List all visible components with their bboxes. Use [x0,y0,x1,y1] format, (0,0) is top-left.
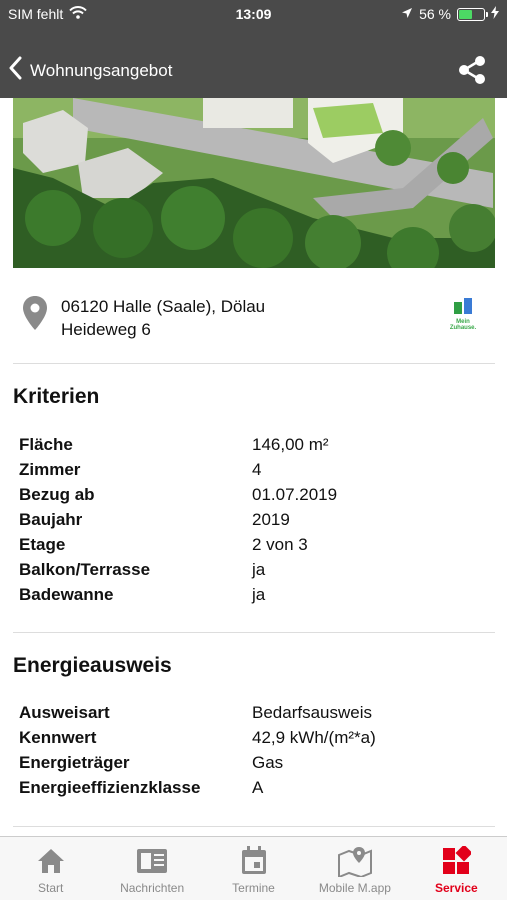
criteria-key: Fläche [19,435,73,454]
share-button[interactable] [457,56,487,89]
criteria-row: Zimmer 4 [19,457,489,482]
tab-label: Mobile M.app [318,881,391,895]
tab-mobile-mapp[interactable]: Mobile M.app [304,837,405,900]
share-icon [457,56,487,88]
news-icon [101,845,202,877]
tab-termine[interactable]: Termine [203,837,304,900]
criteria-key: Baujahr [19,510,83,529]
location-arrow-icon [401,6,413,22]
criteria-table: Fläche 146,00 m² Zimmer 4 Bezug ab 01.07.20… [19,432,489,607]
energy-value: A [252,778,264,797]
criteria-key: Etage [19,535,66,554]
gwg-logo: Mein Zuhause. [443,298,483,331]
divider [13,632,495,633]
battery-percent: 56 % [419,6,451,22]
calendar-icon [203,845,304,877]
energy-row: Energieträger Gas [19,750,489,775]
energy-key: Ausweisart [19,703,110,722]
criteria-key: Zimmer [19,460,81,479]
navigation-bar: Wohnungsangebot [0,44,507,98]
tab-nachrichten[interactable]: Nachrichten [101,837,202,900]
header-bar: SIM fehlt 13:09 56 % Wohnungsangebot [0,0,507,98]
energy-key: Energieeffizienzklasse [19,778,201,797]
battery-icon [457,7,488,21]
charging-icon [491,6,499,22]
energy-value: 42,9 kWh/(m²*a) [252,728,376,747]
criteria-row: Fläche 146,00 m² [19,432,489,457]
criteria-value: 4 [252,460,262,479]
logo-tagline: Mein Zuhause. [449,319,477,331]
criteria-value: 01.07.2019 [252,485,338,504]
energy-row: Ausweisart Bedarfsausweis [19,700,489,725]
divider [13,826,495,827]
criteria-row: Bezug ab 01.07.2019 [19,482,489,507]
home-icon [0,845,101,877]
energy-row: Energieeffizienzklasse A [19,775,489,800]
tab-bar: Start Nachrichten Termine Mobile M.app S… [0,836,507,900]
criteria-value: ja [252,585,266,604]
energy-title: Energieausweis [13,654,172,677]
criteria-key: Badewanne [19,585,114,604]
tab-label: Service [434,881,478,895]
energy-row: Kennwert 42,9 kWh/(m²*a) [19,725,489,750]
address-line-1: 06120 Halle (Saale), Dölau [61,297,266,316]
criteria-row: Badewanne ja [19,582,489,607]
criteria-row: Baujahr 2019 [19,507,489,532]
property-image [13,98,495,268]
chevron-left-icon [8,56,22,85]
criteria-title: Kriterien [13,385,100,408]
address-section: 06120 Halle (Saale), Dölau Heideweg 6 Me… [13,280,495,364]
criteria-value: 2 von 3 [252,535,308,554]
address-line-2: Heideweg 6 [61,320,151,339]
tab-label: Nachrichten [120,881,185,895]
criteria-value: 146,00 m² [252,435,329,454]
tab-label: Termine [232,881,275,895]
back-label: Wohnungsangebot [30,60,173,80]
criteria-value: ja [252,560,266,579]
criteria-key: Bezug ab [19,485,95,504]
energy-table: Ausweisart Bedarfsausweis Kennwert 42,9 kW… [19,700,489,800]
tab-label: Start [38,881,64,895]
energy-value: Bedarfsausweis [252,703,373,722]
tab-service[interactable]: Service [406,837,507,900]
energy-value: Gas [252,753,284,772]
status-bar: SIM fehlt 13:09 56 % [0,0,507,28]
energy-key: Kennwert [19,728,97,747]
location-pin-icon [23,296,47,335]
criteria-row: Etage 2 von 3 [19,532,489,557]
criteria-row: Balkon/Terrasse ja [19,557,489,582]
criteria-key: Balkon/Terrasse [19,560,151,579]
address-text: 06120 Halle (Saale), Dölau Heideweg 6 [61,295,265,341]
service-icon [406,845,507,877]
map-icon [304,845,405,877]
tab-start[interactable]: Start [0,837,101,900]
criteria-value: 2019 [252,510,290,529]
energy-key: Energieträger [19,753,130,772]
back-button[interactable]: Wohnungsangebot [8,56,172,85]
